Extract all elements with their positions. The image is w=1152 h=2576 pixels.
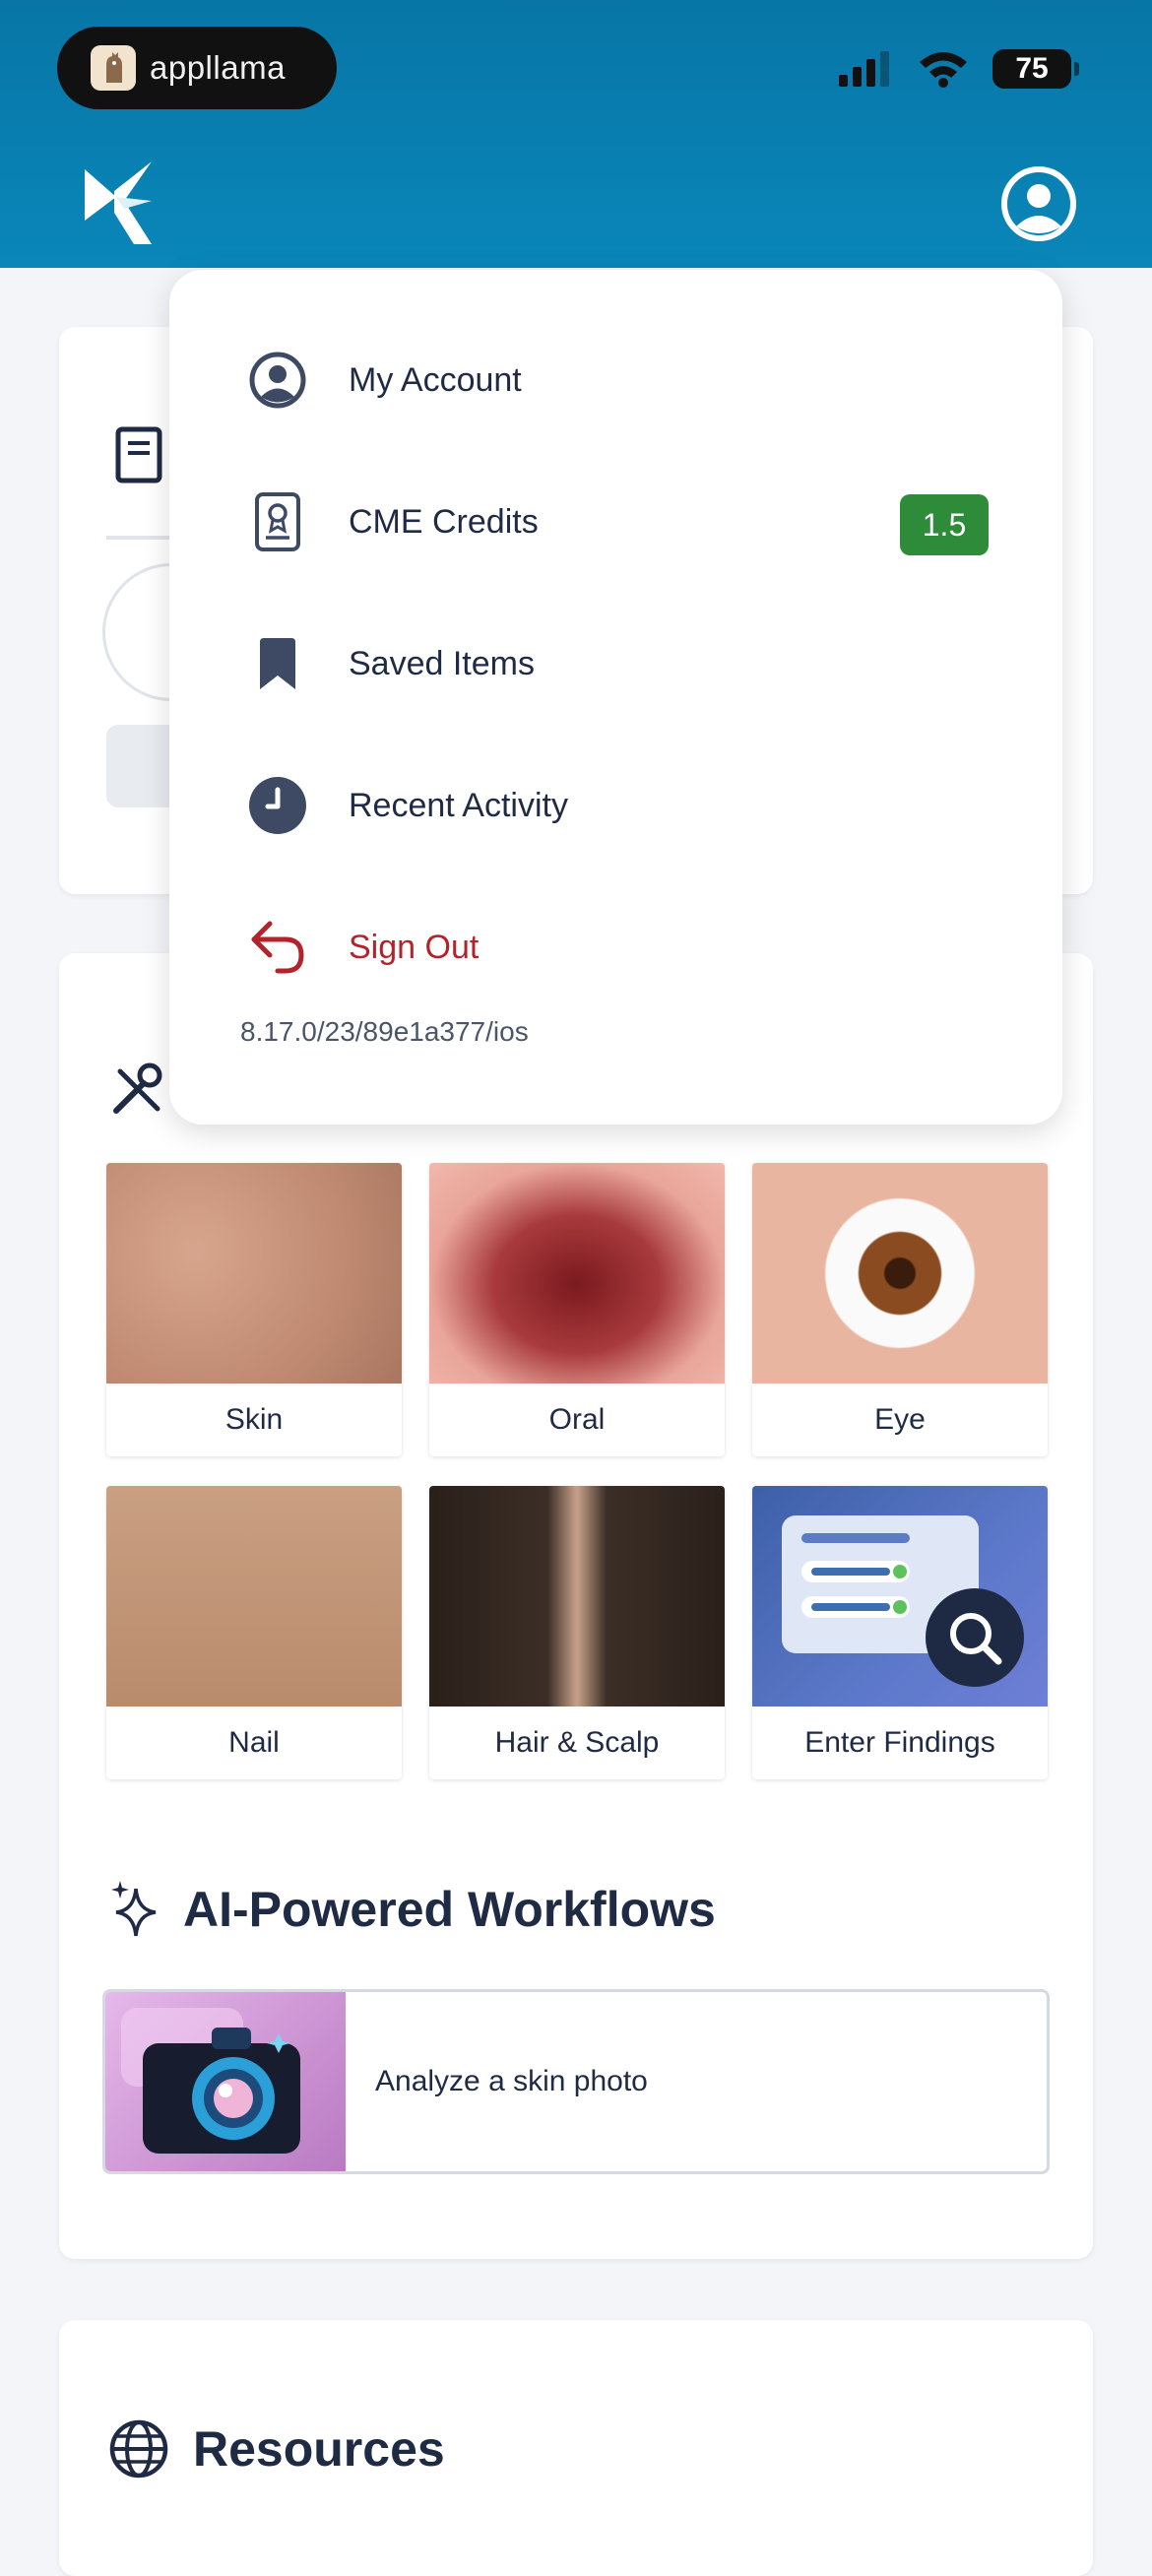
menu-item-cme-credits[interactable]: CME Credits 1.5 [248, 473, 996, 571]
sign-out-arrow-icon [248, 918, 307, 977]
menu-item-label: Recent Activity [349, 786, 568, 824]
category-label: Eye [874, 1403, 926, 1436]
tools-icon [110, 1062, 165, 1122]
category-label: Nail [228, 1726, 280, 1759]
hair-scalp-image [429, 1486, 725, 1707]
resources-title: Resources [193, 2421, 445, 2477]
nail-image [106, 1486, 402, 1707]
menu-item-recent-activity[interactable]: Recent Activity [248, 756, 996, 855]
clock-icon [248, 776, 307, 835]
bookmark-icon [248, 634, 307, 693]
app-logo-icon[interactable] [85, 161, 154, 249]
wifi-icon [920, 52, 967, 88]
enter-findings-image [752, 1486, 1048, 1707]
pill-app-name: appllama [150, 49, 286, 86]
category-nail[interactable]: Nail [106, 1486, 402, 1779]
menu-item-my-account[interactable]: My Account [248, 331, 996, 429]
cellular-signal-icon [839, 51, 889, 87]
account-circle-icon [1001, 166, 1076, 241]
app-header: appllama 75 [0, 0, 1152, 268]
resources-card: Resources [59, 2320, 1093, 2576]
camera-thumbnail [105, 1992, 346, 2171]
category-skin[interactable]: Skin [106, 1163, 402, 1456]
resources-header: Resources [108, 2418, 445, 2479]
book-icon [114, 425, 165, 489]
category-label: Oral [548, 1403, 606, 1436]
category-grid: Skin Oral Eye Nail Hair & Scalp Enter Fi… [106, 1163, 1052, 1779]
category-enter-findings[interactable]: Enter Findings [752, 1486, 1048, 1779]
menu-item-label: My Account [349, 360, 522, 399]
battery-icon: 75 [992, 49, 1079, 89]
profile-dropdown-menu: My Account CME Credits 1.5 Saved Items R… [169, 270, 1062, 1125]
llama-logo-icon [91, 45, 136, 91]
skin-image [106, 1163, 402, 1384]
menu-item-saved-items[interactable]: Saved Items [248, 614, 996, 713]
sparkle-icon [111, 1881, 157, 1937]
analyze-skin-photo-label: Analyze a skin photo [375, 2065, 648, 2097]
differential-card: Skin Oral Eye Nail Hair & Scalp Enter Fi… [59, 953, 1093, 2259]
menu-item-label: Sign Out [349, 928, 480, 966]
ai-section-header: AI-Powered Workflows [110, 1881, 716, 1938]
category-label: Hair & Scalp [494, 1726, 660, 1759]
category-label: Skin [224, 1403, 284, 1436]
category-oral[interactable]: Oral [429, 1163, 725, 1456]
app-indicator-pill[interactable]: appllama [57, 27, 337, 109]
category-label: Enter Findings [804, 1726, 995, 1759]
app-version-text: 8.17.0/23/89e1a377/ios [240, 1016, 529, 1047]
menu-item-sign-out[interactable]: Sign Out [248, 898, 996, 997]
certificate-icon [248, 492, 307, 551]
oral-image [429, 1163, 725, 1384]
category-hair-scalp[interactable]: Hair & Scalp [429, 1486, 725, 1779]
ai-section-title: AI-Powered Workflows [183, 1882, 716, 1937]
status-icons: 75 [839, 49, 1079, 89]
globe-icon [109, 2419, 168, 2479]
analyze-skin-photo-row[interactable]: Analyze a skin photo [102, 1989, 1050, 2174]
cme-credits-badge: 1.5 [900, 494, 989, 555]
account-circle-icon [248, 351, 307, 410]
menu-item-label: Saved Items [349, 644, 535, 682]
menu-item-label: CME Credits [349, 502, 539, 541]
profile-button[interactable] [1000, 165, 1077, 242]
eye-image [752, 1163, 1048, 1384]
category-eye[interactable]: Eye [752, 1163, 1048, 1456]
